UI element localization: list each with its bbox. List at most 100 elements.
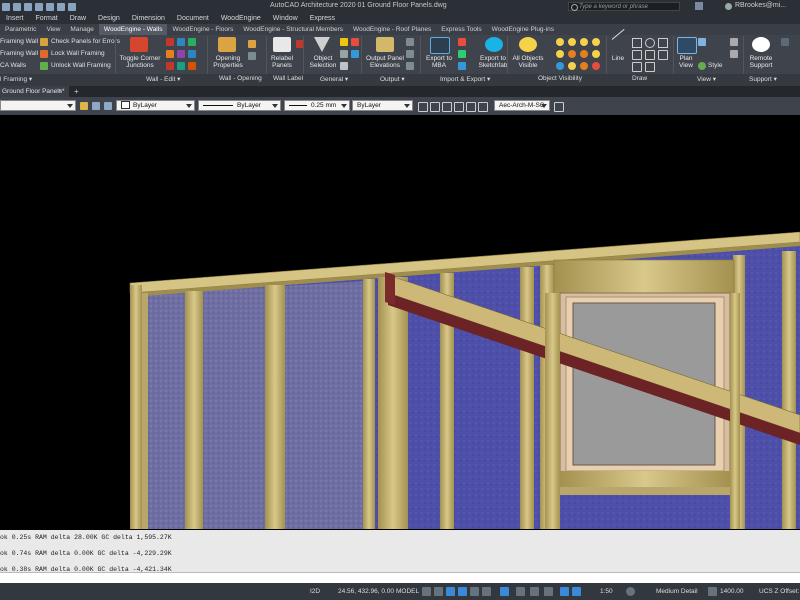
line-button[interactable]: Line <box>608 55 628 62</box>
viewport-mode[interactable]: I2D <box>310 588 320 595</box>
tab-view[interactable]: View <box>41 24 65 35</box>
opening-properties-label-2[interactable]: Properties <box>208 62 248 69</box>
print-icon[interactable] <box>46 2 54 11</box>
framing-wall-button[interactable]: Framing Wall <box>0 38 38 45</box>
tab-woodengine-walls[interactable]: WoodEngine - Walls <box>98 24 168 35</box>
wall-tool-icon-8[interactable] <box>177 62 185 70</box>
lineweight-dropdown[interactable]: 0.25 mm <box>284 100 350 111</box>
snap-icon[interactable] <box>434 587 443 596</box>
group-support[interactable]: Support ▾ <box>749 75 777 83</box>
polygon-icon[interactable] <box>658 50 668 60</box>
save-as-icon[interactable] <box>35 2 43 11</box>
detail-level[interactable]: Medium Detail <box>656 588 698 595</box>
general-tool-icon-5[interactable] <box>351 50 359 58</box>
grid-icon[interactable] <box>422 587 431 596</box>
group-object-visibility[interactable]: Object Visibility <box>538 75 582 82</box>
search-input[interactable]: Type a keyword or phrase <box>568 2 680 11</box>
import-tool-icon-2[interactable] <box>458 50 466 58</box>
object-selection-label-2[interactable]: Selection <box>305 62 341 69</box>
general-tool-icon-2[interactable] <box>340 50 348 58</box>
spline-icon[interactable] <box>632 62 642 72</box>
visibility-toggle-icon[interactable] <box>580 62 588 70</box>
lineweight-icon[interactable] <box>516 587 525 596</box>
import-tool-icon-3[interactable] <box>458 62 466 70</box>
auto-scale-icon[interactable] <box>572 587 581 596</box>
relabel-panels-label-2[interactable]: Panels <box>266 62 298 69</box>
menu-design[interactable]: Design <box>92 15 126 22</box>
selection-cycling-icon[interactable] <box>544 587 553 596</box>
object-selection-label-1[interactable]: Object <box>305 55 341 62</box>
menu-document[interactable]: Document <box>171 15 215 22</box>
layer-dropdown[interactable] <box>0 100 76 111</box>
redo-icon[interactable] <box>68 2 76 11</box>
layer-tool-icon-1[interactable] <box>80 102 88 110</box>
transparency-icon[interactable] <box>530 587 539 596</box>
menu-woodengine[interactable]: WoodEngine <box>215 15 267 22</box>
model-space-button[interactable]: MODEL <box>396 588 419 595</box>
polar-icon[interactable] <box>458 587 467 596</box>
visibility-toggle-icon[interactable] <box>556 62 564 70</box>
open-file-icon[interactable] <box>13 2 21 11</box>
rectangle-icon[interactable] <box>632 50 642 60</box>
circle-icon[interactable] <box>645 38 655 48</box>
output-panel-label-1[interactable]: Output Panel <box>362 55 408 62</box>
remote-support-label-2[interactable]: Support <box>745 62 777 69</box>
isodraft-icon[interactable] <box>470 587 479 596</box>
new-file-icon[interactable] <box>2 2 10 11</box>
group-view[interactable]: View ▾ <box>697 75 716 83</box>
check-panels-button[interactable]: Check Panels for Errors <box>51 38 120 45</box>
dimension-icon-6[interactable] <box>478 102 488 112</box>
ucs-z-offset[interactable]: UCS Z Offset: <box>759 588 799 595</box>
menu-express[interactable]: Express <box>304 15 341 22</box>
view-tool-icon-1[interactable] <box>730 38 738 46</box>
view-cube-icon[interactable] <box>698 38 706 46</box>
osnap-tracking-icon[interactable] <box>482 587 491 596</box>
workspace-gear-icon[interactable] <box>626 587 635 596</box>
visibility-toggle-icon[interactable] <box>592 50 600 58</box>
dimension-icon-5[interactable] <box>466 102 476 112</box>
wall-tool-icon-1[interactable] <box>166 38 174 46</box>
user-name[interactable]: RBrookes@mi... <box>735 2 786 9</box>
layer-key-dropdown[interactable]: Aec-Arch-M-SC <box>494 100 550 111</box>
menu-format[interactable]: Format <box>30 15 64 22</box>
remote-support-label-1[interactable]: Remote <box>745 55 777 62</box>
ca-walls-button[interactable]: CA Walls <box>0 62 26 69</box>
polyline-icon[interactable] <box>632 38 642 48</box>
general-tool-icon-4[interactable] <box>351 38 359 46</box>
output-tool-icon-3[interactable] <box>406 62 414 70</box>
layer-tool-icon-2[interactable] <box>92 102 100 110</box>
visibility-toggle-icon[interactable] <box>580 50 588 58</box>
visibility-toggle-icon[interactable] <box>592 38 600 46</box>
linetype-dropdown[interactable]: ByLayer <box>198 100 281 111</box>
all-objects-label-2[interactable]: Visible <box>509 62 547 69</box>
export-mba-label-2[interactable]: MBA <box>422 62 456 69</box>
save-icon[interactable] <box>24 2 32 11</box>
general-tool-icon-1[interactable] <box>340 38 348 46</box>
ellipse-icon[interactable] <box>645 62 655 72</box>
menu-dimension[interactable]: Dimension <box>126 15 171 22</box>
visibility-toggle-icon[interactable] <box>568 62 576 70</box>
view-tool-icon-2[interactable] <box>730 50 738 58</box>
opening-tool-icon-2[interactable] <box>248 52 256 60</box>
all-objects-label-1[interactable]: All Objects <box>509 55 547 62</box>
visual-style-button[interactable]: Style <box>708 62 722 69</box>
general-tool-icon-3[interactable] <box>340 62 348 70</box>
tab-woodengine-structural-members[interactable]: WoodEngine - Structural Members <box>238 24 348 35</box>
group-wall-framing-dropdown[interactable]: l Framing ▾ <box>0 75 32 83</box>
annotation-visibility-icon[interactable] <box>560 587 569 596</box>
group-import-export[interactable]: Import & Export ▾ <box>440 75 490 83</box>
group-wall-opening[interactable]: Wall - Opening <box>219 75 262 82</box>
plotstyle-dropdown[interactable]: ByLayer <box>352 100 413 111</box>
tab-express-tools[interactable]: Express Tools <box>436 24 486 35</box>
elevation-icon[interactable] <box>708 587 717 596</box>
group-draw[interactable]: Draw <box>632 75 647 82</box>
framing-wall-button-2[interactable]: Framing Wall <box>0 50 38 57</box>
unlock-wall-framing-button[interactable]: Unlock Wall Framing <box>51 62 111 69</box>
visibility-toggle-icon[interactable] <box>556 38 564 46</box>
opening-properties-label-1[interactable]: Opening <box>208 55 248 62</box>
annotation-scale[interactable]: 1:50 <box>600 588 613 595</box>
plan-view-label-2[interactable]: View <box>675 62 697 69</box>
import-tool-icon-1[interactable] <box>458 38 466 46</box>
new-tab-icon[interactable]: + <box>74 86 79 97</box>
wall-tool-icon-4[interactable] <box>166 50 174 58</box>
